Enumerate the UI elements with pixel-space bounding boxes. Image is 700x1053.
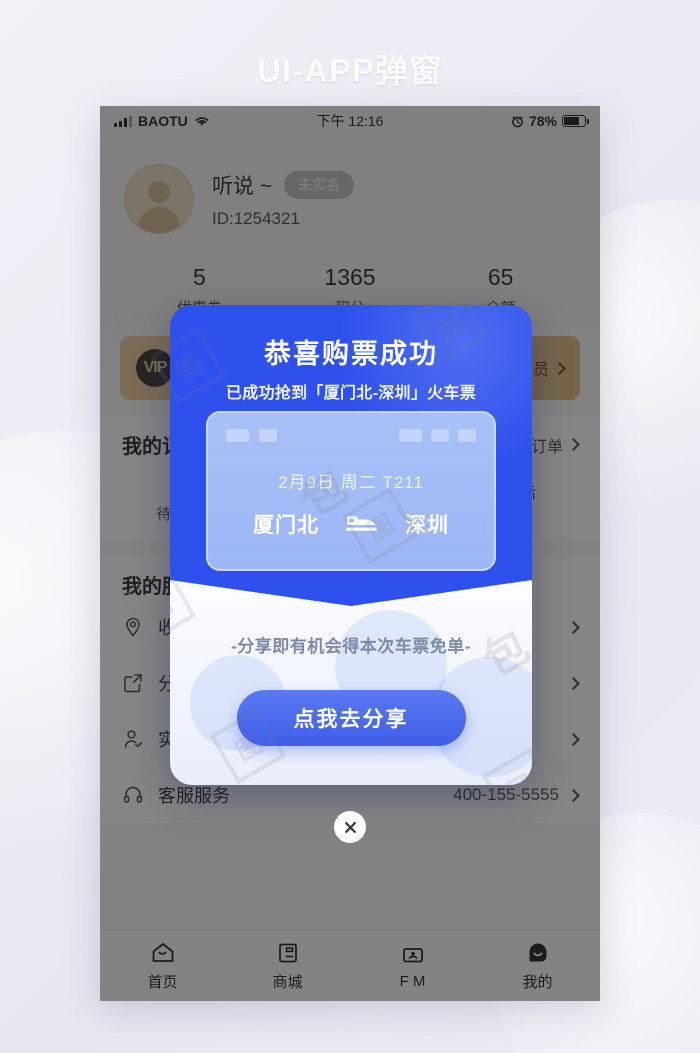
ticket-date: 2月9日 周二 T211 bbox=[278, 473, 424, 492]
placeholder-block bbox=[458, 429, 476, 442]
ticket-blocks-right bbox=[399, 429, 476, 442]
phone-screen: BAOTU 下午 12:16 78% bbox=[100, 106, 600, 1001]
placeholder-block bbox=[226, 429, 249, 442]
phone-mockup: BAOTU 下午 12:16 78% bbox=[100, 106, 600, 1001]
ticket-from-station: 厦门北 bbox=[253, 514, 319, 537]
share-button[interactable]: 点我去分享 bbox=[236, 690, 466, 746]
share-promo-note: -分享即有机会得本次车票免单- bbox=[231, 637, 471, 656]
placeholder-block bbox=[259, 429, 277, 442]
train-icon bbox=[345, 513, 379, 535]
close-dialog-button[interactable] bbox=[334, 811, 366, 843]
dialog-bottom-panel: -分享即有机会得本次车票免单- 点我去分享 bbox=[170, 580, 532, 785]
page-title: UI-APP弹窗 bbox=[257, 52, 443, 89]
dialog-title: 恭喜购票成功 bbox=[264, 339, 438, 369]
ticket-blocks-left bbox=[226, 429, 277, 442]
modal-layer: 恭喜购票成功 已成功抢到「厦门北-深圳」火车票 2月9日 周二 T211 厦门北… bbox=[100, 106, 600, 1001]
ticket-card: 2月9日 周二 T211 厦门北 深圳 bbox=[206, 411, 496, 571]
dialog-subtitle: 已成功抢到「厦门北-深圳」火车票 bbox=[225, 385, 477, 402]
close-icon bbox=[344, 821, 356, 833]
ticket-to-station: 深圳 bbox=[405, 514, 449, 537]
ticket-placeholder-blocks bbox=[208, 413, 494, 442]
purchase-success-dialog: 恭喜购票成功 已成功抢到「厦门北-深圳」火车票 2月9日 周二 T211 厦门北… bbox=[170, 305, 532, 785]
ticket-route: 厦门北 深圳 bbox=[208, 509, 494, 539]
placeholder-block bbox=[399, 429, 422, 442]
placeholder-block bbox=[431, 429, 449, 442]
